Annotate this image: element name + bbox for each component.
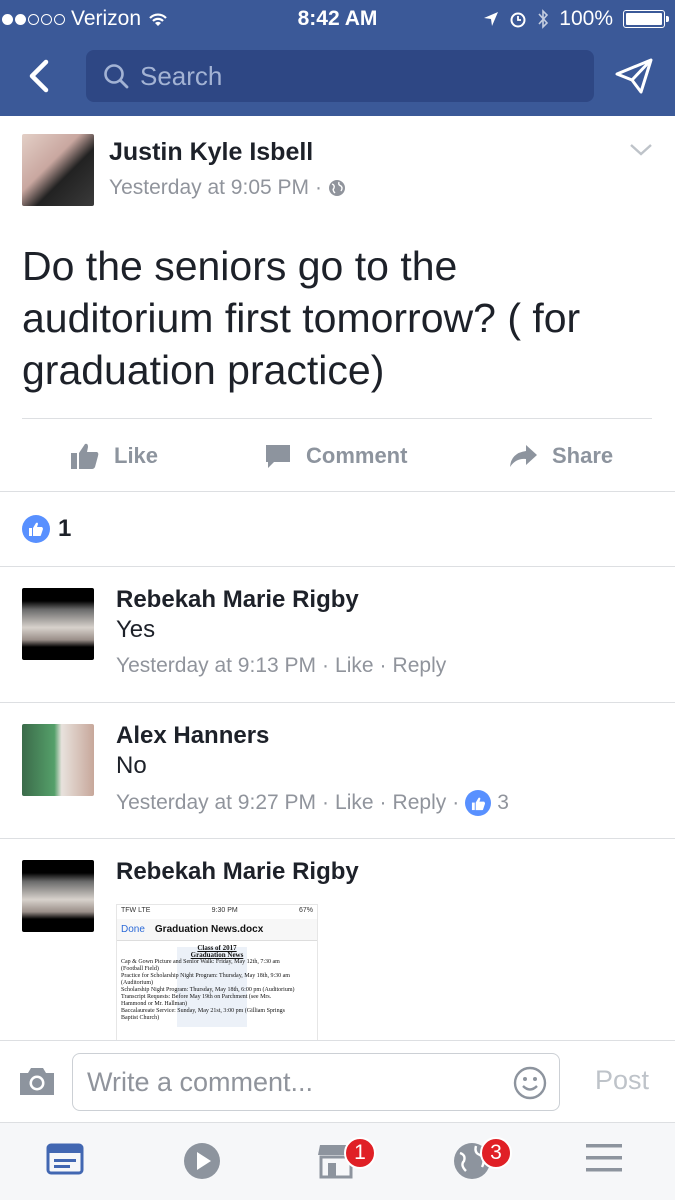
likes-summary[interactable]: 1	[0, 492, 675, 566]
doc-line: (Football Field)	[121, 966, 159, 972]
commenter-name[interactable]: Rebekah Marie Rigby	[116, 586, 359, 614]
post-meta: Yesterday at 9:05 PM ·	[109, 176, 346, 200]
post-author-name[interactable]: Justin Kyle Isbell	[109, 138, 313, 167]
meta-separator: ·	[315, 176, 323, 199]
post-author-avatar[interactable]	[22, 134, 94, 206]
comment-label: Comment	[306, 443, 408, 468]
search-icon	[104, 64, 129, 89]
share-button[interactable]: Share	[508, 420, 613, 492]
post-comment-button[interactable]: Post	[595, 1065, 649, 1096]
attachment-doc-body: Class of 2017 Graduation News Cap & Gown…	[117, 941, 317, 1027]
location-arrow-icon	[484, 12, 499, 26]
thumbs-up-icon	[71, 443, 99, 469]
like-button[interactable]: Like	[70, 420, 158, 492]
meta-separator: ·	[379, 654, 387, 677]
comment-reply-link[interactable]: Reply	[393, 654, 447, 678]
attachment-status-bar: TFW LTE 9:30 PM 67%	[117, 905, 317, 919]
hamburger-menu-icon	[586, 1144, 622, 1172]
doc-line: Practice for Scholarship Night Program: …	[121, 973, 290, 979]
tab-menu[interactable]	[584, 1141, 628, 1185]
bluetooth-icon	[538, 9, 549, 29]
doc-line: Baptist Church)	[121, 1015, 160, 1021]
like-label: Like	[114, 443, 159, 468]
battery-percent: 100%	[559, 7, 613, 30]
status-right: 100%	[483, 7, 669, 31]
alarm-icon	[510, 12, 526, 28]
tab-video[interactable]	[182, 1141, 226, 1185]
attachment-time: 9:30 PM	[211, 907, 238, 914]
share-arrow-icon	[510, 445, 537, 467]
attachment-doc-header: Done Graduation News.docx	[117, 919, 317, 941]
comment-reply-link[interactable]: Reply	[393, 791, 447, 815]
share-label: Share	[552, 443, 614, 468]
doc-line: Hammond or Mr. Hallman)	[121, 1001, 187, 1007]
commenter-avatar[interactable]	[22, 724, 94, 796]
meta-separator: ·	[322, 654, 330, 677]
comment-timestamp[interactable]: Yesterday at 9:13 PM	[116, 654, 316, 678]
search-input[interactable]	[140, 60, 560, 92]
comment-input-box[interactable]	[72, 1053, 560, 1111]
comment-image-attachment[interactable]: TFW LTE 9:30 PM 67% Done Graduation News…	[116, 904, 318, 1040]
comment-like-link[interactable]: Like	[335, 654, 374, 678]
post-text: Do the seniors go to the auditorium firs…	[22, 243, 581, 393]
comment-text: No	[116, 752, 147, 779]
play-video-icon	[184, 1143, 220, 1179]
doc-line: Cap & Gown Picture and Senior Walk: Frid…	[121, 959, 280, 965]
commenter-avatar[interactable]	[22, 588, 94, 660]
post-timestamp[interactable]: Yesterday at 9:05 PM	[109, 176, 309, 200]
comment-like-reaction-icon[interactable]	[465, 790, 492, 816]
attachment-carrier: TFW	[121, 907, 137, 914]
attachment-done-label: Done	[121, 924, 145, 935]
notifications-badge: 3	[480, 1137, 512, 1169]
attachment-network: LTE	[138, 907, 151, 914]
comment-item: Alex Hanners No Yesterday at 9:27 PM · L…	[0, 702, 675, 838]
top-navbar	[0, 38, 675, 116]
comment-item: Rebekah Marie Rigby TFW LTE 9:30 PM 67% …	[0, 838, 675, 1040]
back-arrow-icon[interactable]	[20, 54, 60, 98]
commenter-name[interactable]: Rebekah Marie Rigby	[116, 858, 359, 886]
bottom-tab-bar: 1 3	[0, 1122, 675, 1200]
comment-input[interactable]	[87, 1066, 487, 1098]
camera-icon[interactable]	[18, 1065, 56, 1097]
messenger-send-icon[interactable]	[613, 56, 655, 96]
meta-separator: ·	[452, 791, 460, 814]
tab-notifications[interactable]: 3	[452, 1137, 512, 1185]
meta-separator: ·	[379, 791, 387, 814]
comment-bubble-icon	[266, 445, 290, 468]
comment-item: Rebekah Marie Rigby Yes Yesterday at 9:1…	[0, 566, 675, 702]
doc-line: Transcript Requests: Before May 19th on …	[121, 994, 272, 1000]
post-divider	[22, 418, 652, 419]
comment-meta: Yesterday at 9:27 PM · Like · Reply · 3	[116, 790, 509, 816]
doc-line: Baccalaureate Service: Sunday, May 21st,…	[121, 1008, 285, 1014]
meta-separator: ·	[322, 791, 330, 814]
emoji-smile-icon[interactable]	[513, 1066, 547, 1100]
tab-marketplace[interactable]: 1	[316, 1137, 376, 1185]
doc-line: Scholarship Night Program: Thursday, May…	[121, 987, 295, 993]
attachment-battery: 67%	[298, 907, 313, 914]
marketplace-badge: 1	[344, 1137, 376, 1169]
comment-timestamp[interactable]: Yesterday at 9:27 PM	[116, 791, 316, 815]
comment-button[interactable]: Comment	[264, 420, 407, 492]
comment-like-link[interactable]: Like	[335, 791, 374, 815]
like-reaction-icon	[22, 515, 50, 543]
doc-line: (Auditorium)	[121, 980, 153, 986]
doc-heading: Graduation News	[190, 951, 244, 959]
comment-composer: Post	[0, 1040, 675, 1122]
search-bar[interactable]	[86, 50, 594, 102]
chevron-down-icon[interactable]	[629, 142, 653, 158]
status-bar: Verizon 8:42 AM 100%	[0, 0, 675, 38]
news-feed-icon	[46, 1143, 84, 1175]
post-actions: Like Comment Share	[0, 420, 675, 492]
commenter-avatar[interactable]	[22, 860, 94, 932]
globe-icon	[329, 180, 346, 196]
comment-meta: Yesterday at 9:13 PM · Like · Reply	[116, 654, 446, 678]
comment-text: Yes	[116, 616, 156, 643]
likes-count: 1	[58, 515, 72, 542]
commenter-name[interactable]: Alex Hanners	[116, 722, 269, 750]
attachment-doc-title: Graduation News.docx	[154, 924, 264, 935]
battery-icon	[623, 10, 669, 28]
comment-reaction-count[interactable]: 3	[497, 791, 509, 815]
tab-news-feed[interactable]	[46, 1141, 90, 1185]
